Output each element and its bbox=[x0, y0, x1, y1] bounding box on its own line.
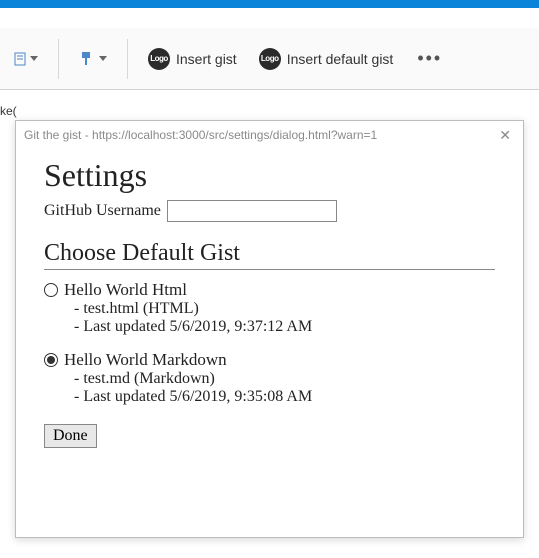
insert-default-gist-label: Insert default gist bbox=[287, 51, 394, 67]
close-icon[interactable]: ✕ bbox=[495, 127, 515, 144]
brush-icon bbox=[79, 50, 97, 68]
insert-gist-button[interactable]: Logo Insert gist bbox=[140, 44, 245, 74]
dialog-body: Settings GitHub Username Choose Default … bbox=[16, 149, 523, 468]
settings-heading: Settings bbox=[44, 157, 495, 194]
username-field-row: GitHub Username bbox=[44, 200, 495, 222]
ribbon-toolbar: Logo Insert gist Logo Insert default gis… bbox=[0, 28, 539, 90]
chevron-down-icon bbox=[30, 56, 38, 61]
more-options-button[interactable]: ••• bbox=[407, 48, 452, 69]
format-painter-button[interactable] bbox=[71, 46, 115, 72]
username-label: GitHub Username bbox=[44, 202, 161, 220]
gist-option-file: - test.html (HTML) bbox=[44, 300, 495, 318]
logo-icon: Logo bbox=[148, 48, 170, 70]
gist-option-label: Hello World Markdown bbox=[64, 350, 227, 370]
gist-option-updated: - Last updated 5/6/2019, 9:35:08 AM bbox=[44, 388, 495, 406]
background-text-fragment: ke( bbox=[0, 104, 17, 118]
window-accent-bar bbox=[0, 0, 539, 8]
dialog-titlebar: Git the gist - https://localhost:3000/sr… bbox=[16, 121, 523, 149]
ribbon-separator bbox=[127, 39, 128, 79]
gist-radio[interactable] bbox=[44, 353, 58, 367]
done-button[interactable]: Done bbox=[44, 424, 97, 448]
page-icon bbox=[14, 52, 28, 66]
gist-radio[interactable] bbox=[44, 283, 58, 297]
gist-option-updated: - Last updated 5/6/2019, 9:37:12 AM bbox=[44, 318, 495, 336]
gist-option: Hello World Markdown - test.md (Markdown… bbox=[44, 350, 495, 406]
ribbon-dropdown-button[interactable] bbox=[6, 48, 46, 70]
ribbon-separator bbox=[58, 39, 59, 79]
insert-gist-label: Insert gist bbox=[176, 51, 237, 67]
dialog-title: Git the gist - https://localhost:3000/sr… bbox=[24, 128, 377, 142]
gist-option: Hello World Html - test.html (HTML) - La… bbox=[44, 280, 495, 336]
gist-option-file: - test.md (Markdown) bbox=[44, 370, 495, 388]
username-input[interactable] bbox=[167, 200, 337, 222]
settings-dialog: Git the gist - https://localhost:3000/sr… bbox=[15, 120, 524, 538]
choose-default-heading: Choose Default Gist bbox=[44, 240, 495, 267]
chevron-down-icon bbox=[99, 56, 107, 61]
insert-default-gist-button[interactable]: Logo Insert default gist bbox=[251, 44, 402, 74]
logo-icon: Logo bbox=[259, 48, 281, 70]
gist-option-label: Hello World Html bbox=[64, 280, 187, 300]
divider bbox=[44, 269, 495, 270]
